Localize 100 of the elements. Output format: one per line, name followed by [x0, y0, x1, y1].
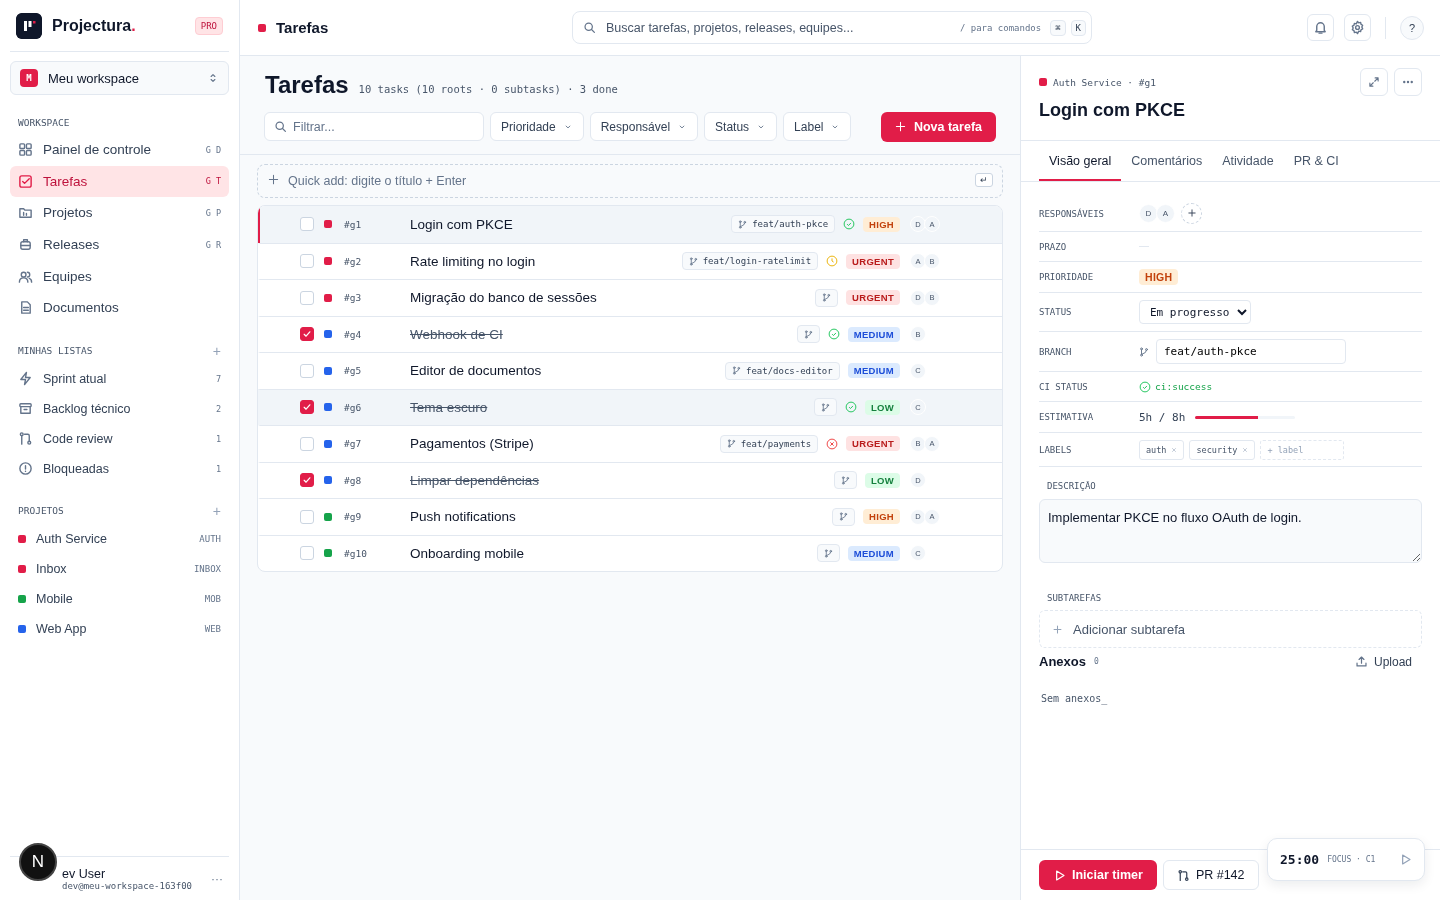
nav-item[interactable]: Projetos G P: [10, 197, 229, 229]
branch-icon: [738, 219, 748, 229]
tab[interactable]: PR & CI: [1283, 143, 1349, 181]
task-summary: 10 tasks (10 roots · 0 subtasks) · 3 done: [358, 83, 618, 95]
dev-tools-badge[interactable]: N: [19, 843, 57, 881]
branch-button[interactable]: [813, 398, 837, 417]
checkbox[interactable]: [300, 473, 314, 488]
tab[interactable]: Visão geral: [1039, 143, 1122, 181]
add-assignee-button[interactable]: [1181, 203, 1202, 224]
folder-icon: [18, 205, 33, 221]
tab[interactable]: Atividade: [1212, 143, 1284, 181]
branch-icon: [823, 548, 833, 558]
nav-item[interactable]: Painel de controle G D: [10, 134, 229, 166]
task-title: Webhook de CI: [410, 326, 504, 342]
task-breadcrumb: Auth Service · #g1: [1053, 76, 1157, 88]
workspace-name: Meu workspace: [48, 70, 141, 86]
section-title: MINHAS LISTAS: [18, 345, 93, 357]
checkbox[interactable]: [300, 400, 314, 415]
project-item[interactable]: Auth Service: [36, 531, 190, 546]
task-title: Limpar dependências: [410, 472, 541, 488]
chevron-updown-icon: [207, 72, 219, 84]
item-count: 1: [215, 463, 221, 474]
task-title: Login com PKCE: [1039, 100, 1186, 121]
close-icon: [1242, 446, 1249, 453]
status-select[interactable]: Em progresso: [1139, 300, 1251, 324]
notifications-button[interactable]: [1307, 14, 1334, 41]
nav-item[interactable]: Documentos: [10, 291, 229, 324]
priority-tag: HIGH: [863, 216, 900, 232]
user-email: dev@meu-workspace-163f00: [62, 880, 194, 891]
play-button[interactable]: [1399, 853, 1412, 866]
field-label: PRIORIDADE: [1039, 272, 1095, 282]
assignee-avatar: D: [1139, 204, 1158, 223]
task-id: #g7: [344, 438, 363, 450]
bell-icon: [1313, 20, 1328, 35]
branch-button[interactable]: [796, 325, 820, 344]
branch-button[interactable]: [815, 288, 839, 307]
upload-button[interactable]: Upload: [1354, 654, 1422, 669]
branch-icon: [839, 512, 849, 522]
description-field[interactable]: Implementar PKCE no fluxo OAuth de login.: [1039, 499, 1422, 563]
branch-icon: [820, 402, 830, 412]
clock-icon: [826, 255, 839, 268]
nav-item[interactable]: Tarefas G T: [10, 165, 229, 198]
priority-tag: MEDIUM: [847, 326, 900, 342]
filter-dropdown[interactable]: Prioridade: [490, 112, 584, 141]
expand-icon: [1368, 76, 1380, 88]
add-subtask-button[interactable]: Adicionar subtarefa: [1039, 610, 1422, 648]
checkbox[interactable]: [300, 327, 314, 342]
workspace-selector[interactable]: M Meu workspace: [10, 61, 229, 95]
help-button[interactable]: ?: [1400, 15, 1424, 40]
check-circle-icon: [843, 218, 856, 231]
field-label: LABELS: [1039, 444, 1073, 455]
checkbox-icon: [18, 173, 33, 189]
list-item[interactable]: Code review: [43, 431, 206, 446]
filter-field[interactable]: Filtrar...: [264, 112, 484, 141]
project-item[interactable]: Web App: [36, 621, 195, 636]
project-code: MOB: [204, 593, 221, 604]
filter-dropdown[interactable]: Status: [704, 112, 778, 141]
project-item[interactable]: Inbox: [36, 561, 184, 576]
attachments-count: 0: [1093, 657, 1100, 666]
branch-button[interactable]: [833, 471, 857, 490]
task-id: #g9: [344, 511, 363, 523]
plus-icon: [1186, 208, 1197, 218]
task-title: Push notifications: [410, 509, 517, 525]
filter-dropdown[interactable]: Label: [783, 112, 852, 141]
project-code: WEB: [204, 623, 221, 634]
priority-tag: LOW: [864, 399, 900, 415]
branch-icon: [726, 439, 736, 449]
branch-tag: feat/auth-pkce: [731, 215, 836, 234]
priority-tag: URGENT: [846, 253, 900, 269]
label-field[interactable]: + label: [1260, 439, 1345, 460]
start-timer-button[interactable]: Iniciar timer: [1039, 860, 1157, 890]
more-button[interactable]: ···: [211, 871, 229, 886]
branch-tag: feat/login-ratelimit: [681, 252, 819, 271]
pull-request-icon: [1176, 868, 1190, 882]
list-item[interactable]: Bloqueadas: [43, 461, 206, 476]
nav-item[interactable]: Releases G R: [10, 228, 229, 261]
item-count: 1: [215, 433, 221, 444]
check-circle-icon: [844, 401, 857, 414]
filter-dropdown[interactable]: Responsável: [589, 112, 699, 141]
branch-field[interactable]: feat/auth-pkce: [1156, 339, 1346, 364]
pull-request-button[interactable]: PR #142: [1162, 860, 1259, 890]
task-id: #g5: [344, 365, 363, 377]
task-id: #g2: [344, 255, 363, 267]
project-item[interactable]: Mobile: [36, 591, 195, 606]
priority-tag: LOW: [864, 472, 900, 488]
close-icon: [1171, 446, 1178, 453]
label-tag: security: [1189, 439, 1256, 460]
nav-item[interactable]: Equipes: [10, 260, 229, 292]
new-task-button[interactable]: Nova tarefa: [880, 111, 996, 142]
brand-name: Projectura.: [52, 16, 137, 35]
bolt-icon: [18, 371, 33, 387]
expand-button[interactable]: [1360, 68, 1388, 96]
tab[interactable]: Comentários: [1121, 143, 1213, 181]
ci-status: ci:success: [1155, 381, 1213, 392]
list-item[interactable]: Sprint atual: [43, 371, 206, 386]
branch-button[interactable]: [816, 544, 840, 563]
settings-button[interactable]: [1344, 14, 1371, 41]
timer-time: 25:00: [1280, 852, 1320, 867]
list-item[interactable]: Backlog técnico: [43, 401, 206, 416]
branch-button[interactable]: [832, 507, 856, 526]
